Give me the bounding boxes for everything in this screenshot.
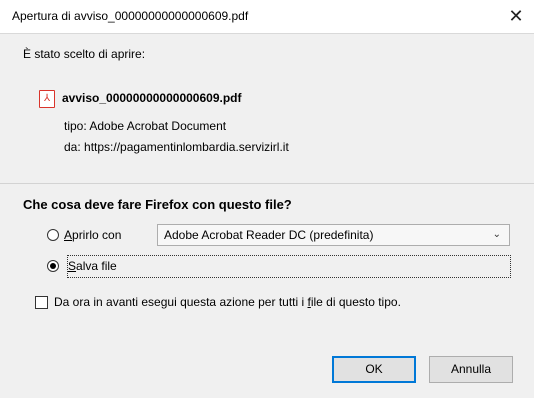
type-value: Adobe Acrobat Document xyxy=(89,119,227,133)
save-file-label[interactable]: Salva file xyxy=(68,259,117,273)
type-label: tipo: xyxy=(64,119,87,133)
application-select[interactable]: Adobe Acrobat Reader DC (predefinita) ⌄ xyxy=(157,224,510,246)
title-bar: Apertura di avviso_00000000000000609.pdf… xyxy=(0,0,534,34)
close-icon[interactable]: ✕ xyxy=(504,4,528,28)
file-name: avviso_00000000000000609.pdf xyxy=(62,91,242,105)
chevron-down-icon: ⌄ xyxy=(492,229,501,240)
application-select-value: Adobe Acrobat Reader DC (predefinita) xyxy=(164,228,374,242)
remember-label[interactable]: Da ora in avanti esegui questa azione pe… xyxy=(54,295,401,309)
open-with-radio[interactable] xyxy=(47,229,59,241)
separator xyxy=(0,183,534,184)
save-file-radio[interactable] xyxy=(47,260,59,272)
remember-checkbox[interactable] xyxy=(35,296,48,309)
save-file-focus xyxy=(67,255,511,278)
ok-button[interactable]: OK xyxy=(332,356,416,383)
intro-text: È stato scelto di aprire: xyxy=(23,47,146,61)
window-title: Apertura di avviso_00000000000000609.pdf xyxy=(12,9,249,23)
pdf-file-icon: ⅄ xyxy=(39,90,55,108)
action-question: Che cosa deve fare Firefox con questo fi… xyxy=(23,197,292,212)
dialog-body xyxy=(0,34,534,398)
cancel-button[interactable]: Annulla xyxy=(429,356,513,383)
open-with-label[interactable]: Aprirlo con xyxy=(64,228,121,242)
source-label: da: xyxy=(64,140,81,154)
source-value: https://pagamentinlombardia.servizirl.it xyxy=(84,140,289,154)
